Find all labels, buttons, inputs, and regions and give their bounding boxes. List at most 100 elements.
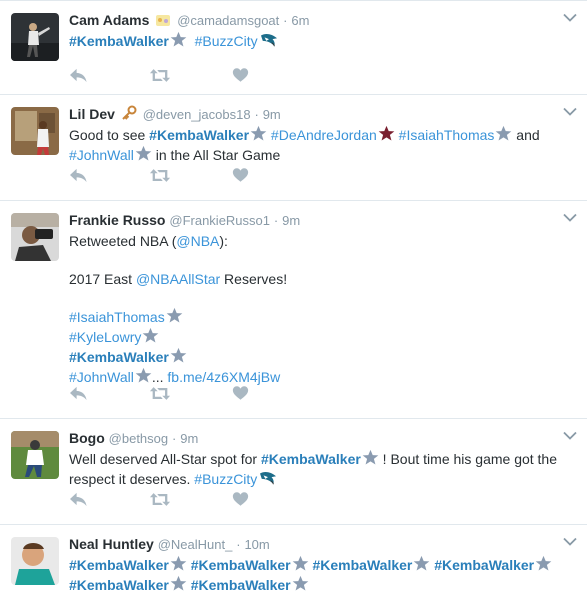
reply-icon[interactable] <box>69 385 88 402</box>
key-icon <box>121 105 137 125</box>
hashtag[interactable]: #BuzzCity <box>195 33 258 49</box>
hashtag[interactable]: #IsaiahThomas <box>399 127 495 143</box>
retweet-icon[interactable] <box>149 491 171 508</box>
star-icon <box>535 555 552 572</box>
timestamp[interactable]: 6m <box>291 13 309 28</box>
text-segment: ... <box>151 369 164 385</box>
hashtag[interactable]: #KembaWalker <box>69 349 169 365</box>
caret-down-icon[interactable] <box>563 537 577 546</box>
timestamp[interactable]: 10m <box>244 537 269 552</box>
author-name[interactable]: Bogo <box>69 430 105 446</box>
star-icon <box>170 347 187 364</box>
tweet-actions <box>69 67 269 85</box>
author-name[interactable]: Cam Adams <box>69 12 149 28</box>
like-icon[interactable] <box>232 385 249 401</box>
star-icon <box>135 145 152 162</box>
star-icon <box>362 449 379 466</box>
caret-down-icon[interactable] <box>563 431 577 440</box>
basketball-icon <box>155 13 171 31</box>
hashtag[interactable]: #KyleLowry <box>69 329 141 345</box>
hashtag[interactable]: #IsaiahThomas <box>69 309 165 325</box>
tweet-actions <box>69 167 269 185</box>
timestamp[interactable]: 9m <box>282 213 300 228</box>
like-icon[interactable] <box>232 67 249 83</box>
hashtag[interactable]: #DeAndreJordan <box>271 127 377 143</box>
avatar[interactable] <box>11 431 59 479</box>
reply-icon[interactable] <box>69 67 88 84</box>
tweet-item[interactable]: Cam Adams @camadamsgoat · 6m #KembaWalke… <box>0 1 587 95</box>
star-icon <box>166 307 183 324</box>
avatar[interactable] <box>11 107 59 155</box>
hashtag[interactable]: #BuzzCity <box>194 471 257 487</box>
caret-down-icon[interactable] <box>563 213 577 222</box>
tweet-text: #KembaWalker #BuzzCity <box>69 31 557 51</box>
tweet-text: #KembaWalker #KembaWalker #KembaWalker #… <box>69 555 557 595</box>
tweet-item[interactable]: Lil Dev @deven_jacobs18 · 9m Good to see… <box>0 95 587 201</box>
star-icon <box>292 575 309 592</box>
hashtag[interactable]: #KembaWalker <box>261 451 361 467</box>
tweet-text: Retweeted NBA (@NBA): 2017 East @NBAAllS… <box>69 231 557 387</box>
author-name[interactable]: Lil Dev <box>69 106 115 122</box>
avatar[interactable] <box>11 13 59 61</box>
author-handle[interactable]: @NealHunt_ <box>158 537 233 552</box>
hashtag[interactable]: #KembaWalker <box>149 127 249 143</box>
caret-down-icon[interactable] <box>563 13 577 22</box>
caret-down-icon[interactable] <box>563 107 577 116</box>
text-segment: ): <box>219 233 228 249</box>
author-name[interactable]: Frankie Russo <box>69 212 165 228</box>
hashtag[interactable]: #KembaWalker <box>434 557 534 573</box>
tweet-item[interactable]: Neal Huntley @NealHunt_ · 10m #KembaWalk… <box>0 525 587 601</box>
mention-link[interactable]: @NBA <box>176 233 219 249</box>
text-segment: Well deserved All-Star spot for <box>69 451 261 467</box>
mention-link[interactable]: @NBAAllStar <box>136 271 220 287</box>
author-name[interactable]: Neal Huntley <box>69 536 154 552</box>
hornet-icon <box>259 32 279 48</box>
reply-icon[interactable] <box>69 491 88 508</box>
hashtag[interactable]: #KembaWalker <box>69 33 169 49</box>
hashtag[interactable]: #KembaWalker <box>191 557 291 573</box>
text-segment: Good to see <box>69 127 150 143</box>
star-icon <box>170 31 187 48</box>
hashtag[interactable]: #JohnWall <box>69 147 134 163</box>
tweet-item[interactable]: Bogo @bethsog · 9m Well deserved All-Sta… <box>0 419 587 525</box>
hashtag[interactable]: #KembaWalker <box>313 557 413 573</box>
hashtag[interactable]: #KembaWalker <box>69 557 169 573</box>
timestamp[interactable]: 9m <box>180 431 198 446</box>
retweet-icon[interactable] <box>149 385 171 402</box>
star-icon <box>142 327 159 344</box>
star-icon <box>495 125 512 142</box>
tweet-actions <box>69 385 269 403</box>
separator-dot: · <box>254 107 259 122</box>
author-handle[interactable]: @camadamsgoat <box>177 13 279 28</box>
hornet-icon <box>258 470 278 486</box>
like-icon[interactable] <box>232 491 249 507</box>
star-icon <box>170 575 187 592</box>
hashtag[interactable]: #KembaWalker <box>69 577 169 593</box>
reply-icon[interactable] <box>69 167 88 184</box>
retweet-icon[interactable] <box>149 67 171 84</box>
tweet-item[interactable]: Frankie Russo @FrankieRusso1 · 9m Retwee… <box>0 201 587 419</box>
star-icon <box>413 555 430 572</box>
hashtag[interactable]: #JohnWall <box>69 369 134 385</box>
retweet-label: Retweeted NBA ( <box>69 233 177 249</box>
separator-dot: · <box>283 13 288 28</box>
like-icon[interactable] <box>232 167 249 183</box>
tweet-timeline: Cam Adams @camadamsgoat · 6m #KembaWalke… <box>0 0 587 601</box>
text-segment: and <box>516 127 540 143</box>
separator-dot: · <box>236 537 241 552</box>
short-link[interactable]: fb.me/4z6XM4jBw <box>167 369 280 385</box>
author-handle[interactable]: @bethsog <box>109 431 168 446</box>
retweet-icon[interactable] <box>149 167 171 184</box>
author-handle[interactable]: @FrankieRusso1 <box>169 213 270 228</box>
hashtag[interactable]: #KembaWalker <box>191 577 291 593</box>
text-segment: 2017 East <box>69 271 136 287</box>
text-segment: Reserves! <box>220 271 288 287</box>
avatar[interactable] <box>11 213 59 261</box>
star-icon <box>292 555 309 572</box>
author-handle[interactable]: @deven_jacobs18 <box>143 107 251 122</box>
avatar[interactable] <box>11 537 59 585</box>
tweet-text: Well deserved All-Star spot for #KembaWa… <box>69 449 557 489</box>
tweet-text: Good to see #KembaWalker #DeAndreJordan … <box>69 125 557 165</box>
timestamp[interactable]: 9m <box>263 107 281 122</box>
star-icon <box>378 125 395 142</box>
